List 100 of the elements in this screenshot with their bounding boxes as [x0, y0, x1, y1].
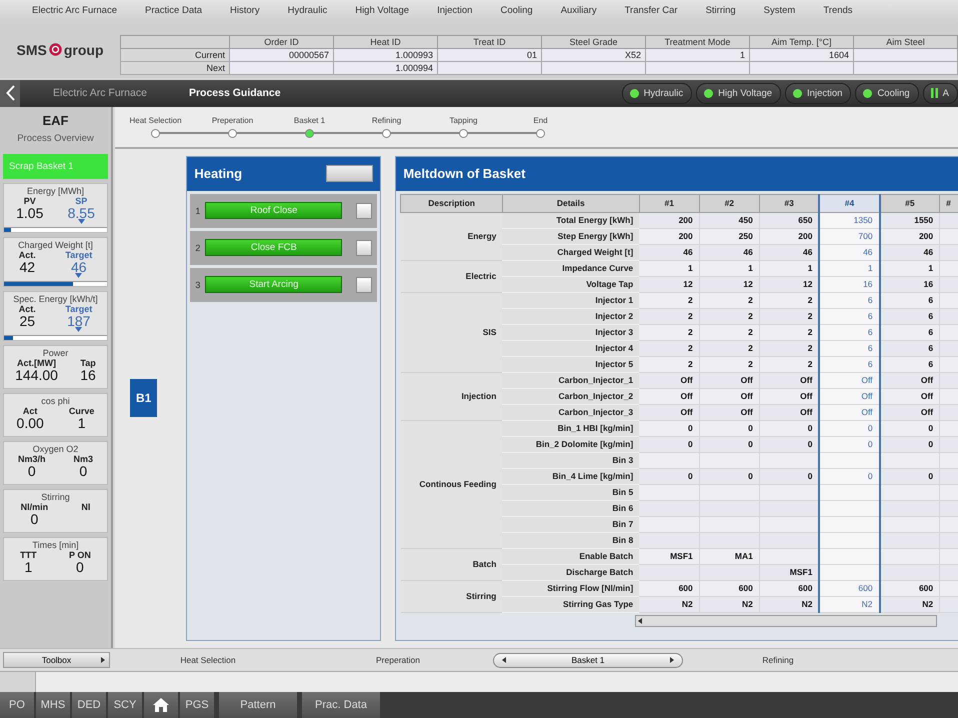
logo-icon — [48, 43, 62, 56]
breadcrumb-tab[interactable]: Process Guidance — [168, 87, 303, 100]
table-cell: 6 — [880, 324, 940, 340]
breadcrumb-tab[interactable]: Electric Arc Furnace — [20, 87, 169, 100]
scrollbar[interactable] — [635, 614, 938, 627]
column-header[interactable]: #1 — [639, 194, 700, 212]
table-cell: 1 — [819, 260, 880, 276]
table-cell: 46 — [639, 244, 700, 260]
step-dot[interactable] — [382, 128, 391, 138]
card-title: Stirring — [40, 492, 71, 502]
table-cell: 12 — [699, 276, 760, 292]
table-cell: 2 — [759, 324, 820, 340]
table-cell: 6 — [819, 356, 880, 372]
basket-button[interactable]: B1 — [130, 379, 158, 418]
table-cell — [880, 532, 940, 548]
square-button[interactable] — [356, 240, 372, 256]
nav-tab[interactable]: SCY — [108, 692, 142, 718]
menu-item[interactable]: Cooling — [486, 5, 547, 16]
panel-title: Meltdown of Basket — [403, 166, 526, 182]
status-pill[interactable]: A — [922, 82, 958, 104]
table-cell: Off — [819, 404, 880, 420]
value-text: 0 — [76, 560, 84, 574]
table-cell — [880, 500, 940, 516]
column-header[interactable]: # — [940, 194, 958, 212]
step-label[interactable]: Refining — [372, 116, 402, 125]
menu-item[interactable]: Trends — [809, 5, 867, 16]
table-cell: 01 — [438, 48, 542, 62]
table-cell: 1350 — [819, 212, 880, 228]
step-label[interactable]: Tapping — [449, 116, 478, 125]
menu-item[interactable]: Injection — [423, 5, 486, 16]
step-dot[interactable] — [536, 128, 545, 138]
table-cell: Off — [639, 372, 700, 388]
step-label[interactable]: Preperation — [212, 116, 254, 125]
table-cell — [759, 532, 820, 548]
nav-tab[interactable]: MHS — [36, 692, 70, 718]
column-header[interactable]: #5 — [880, 194, 940, 212]
table-cell: Off — [639, 388, 700, 404]
table-cell: 6 — [819, 340, 880, 356]
table-cell — [880, 452, 940, 468]
table-cell — [880, 564, 940, 580]
table-cell: 46 — [880, 244, 940, 260]
group-cell: Stirring — [400, 580, 502, 612]
arrow-left-icon — [636, 616, 644, 625]
table-cell: Off — [880, 372, 940, 388]
table-cell: 200 — [639, 228, 700, 244]
square-button[interactable] — [356, 202, 372, 219]
row-label: Bin_1 HBI [kg/min] — [502, 420, 640, 436]
chevron-left-icon — [6, 85, 14, 102]
square-button[interactable] — [356, 276, 372, 293]
home-button[interactable] — [144, 692, 178, 718]
menu-item[interactable]: System — [750, 5, 810, 16]
step-label[interactable]: Heat Selection — [129, 116, 182, 125]
nav-tab[interactable]: Prac. Data — [302, 692, 380, 718]
column-header[interactable]: #3 — [759, 194, 820, 212]
step-label[interactable]: Preperation — [376, 655, 420, 666]
table-cell — [819, 452, 880, 468]
status-pill[interactable]: Cooling — [855, 82, 919, 104]
value-text: 0.00 — [16, 416, 44, 430]
menu-item[interactable]: Electric Arc Furnace — [18, 5, 131, 16]
step-dot[interactable] — [151, 128, 160, 138]
menu-item[interactable]: Transfer Car — [610, 5, 692, 16]
step-dot[interactable] — [228, 128, 237, 138]
step-label[interactable]: Basket 1 — [294, 116, 326, 125]
table-cell — [880, 548, 940, 564]
table-cell — [759, 500, 820, 516]
step-label[interactable]: Heat Selection — [180, 655, 236, 666]
table-cell — [639, 532, 700, 548]
status-pill[interactable]: High Voltage — [696, 82, 782, 104]
column-header[interactable]: #4 — [819, 194, 880, 212]
step-dot[interactable] — [305, 128, 314, 138]
back-button[interactable] — [0, 80, 20, 107]
row-label: Discharge Batch — [502, 564, 640, 580]
toolbox-button[interactable]: Toolbox — [3, 652, 110, 668]
table-cell: 0 — [639, 436, 700, 452]
value-text: 1 — [24, 560, 32, 574]
table-cell: 0 — [699, 436, 760, 452]
table-cell: 12 — [759, 276, 820, 292]
table-cell: 1 — [639, 260, 700, 276]
menu-item[interactable]: History — [216, 5, 274, 16]
nav-tab[interactable]: DED — [72, 692, 106, 718]
menu-item[interactable]: Hydraulic — [274, 5, 342, 16]
column-header[interactable]: #2 — [699, 194, 760, 212]
nav-tab[interactable]: PGS — [180, 692, 214, 718]
status-pill[interactable]: Injection — [785, 82, 852, 104]
status-pill[interactable]: Hydraulic — [622, 82, 692, 104]
menu-item[interactable]: High Voltage — [341, 5, 424, 16]
step-selector[interactable]: Basket 1 — [493, 652, 683, 668]
menu-item[interactable]: Auxiliary — [546, 5, 611, 16]
step-dot[interactable] — [459, 128, 468, 138]
nav-tab[interactable]: Pattern — [219, 692, 297, 718]
nav-tab[interactable]: PO — [0, 692, 34, 718]
menu-item[interactable]: Practice Data — [131, 5, 216, 16]
step-label[interactable]: End — [533, 116, 548, 125]
column-header: Treatment Mode — [646, 35, 750, 48]
menu-item[interactable]: Stirring — [692, 5, 750, 16]
row-label: Voltage Tap — [502, 276, 640, 292]
step-label[interactable]: Refining — [762, 655, 794, 666]
table-cell: 2 — [639, 324, 700, 340]
value-text: 187 — [67, 314, 90, 328]
panel-button[interactable] — [326, 165, 374, 182]
